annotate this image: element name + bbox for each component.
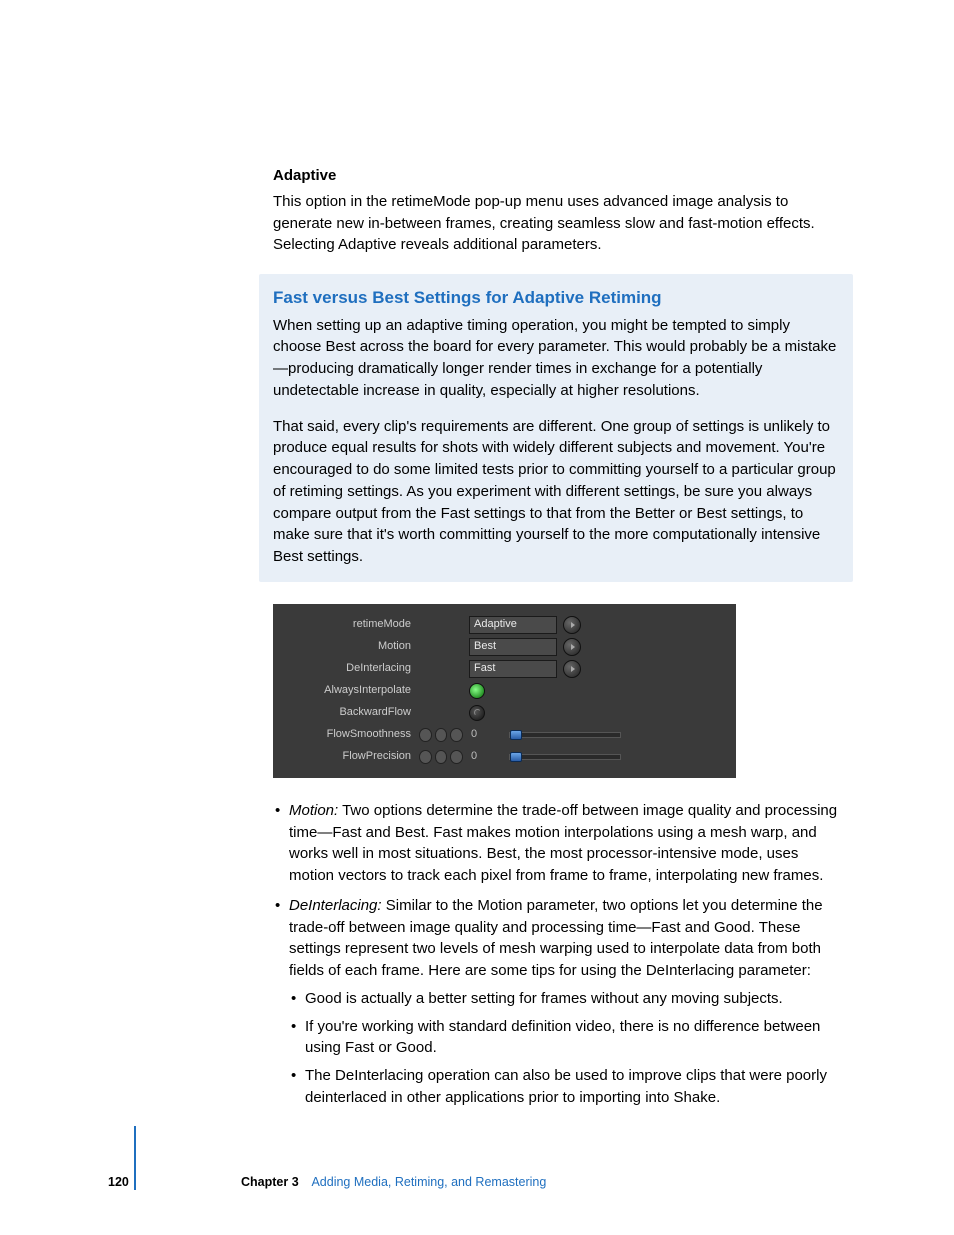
flowprecision-value[interactable]: 0 xyxy=(469,749,499,764)
lock-icon[interactable] xyxy=(450,750,463,764)
bullet-text: Two options determine the trade-off betw… xyxy=(289,802,837,884)
dropdown-icon[interactable] xyxy=(563,660,581,678)
param-mini-icons xyxy=(419,750,469,764)
param-row-deinterlacing: DeInterlacing Fast xyxy=(281,658,726,680)
sub-bullet: Good is actually a better setting for fr… xyxy=(289,988,839,1010)
callout-paragraph-1: When setting up an adaptive timing opera… xyxy=(273,315,839,402)
document-page: Adaptive This option in the retimeMode p… xyxy=(0,0,954,1235)
param-row-motion: Motion Best xyxy=(281,636,726,658)
callout-heading: Fast versus Best Settings for Adaptive R… xyxy=(273,286,839,311)
sub-bullet: If you're working with standard definiti… xyxy=(289,1016,839,1060)
param-label: retimeMode xyxy=(281,617,419,633)
motion-select[interactable]: Best xyxy=(469,638,557,656)
bullet-motion: Motion: Two options determine the trade-… xyxy=(273,800,839,887)
parameters-panel: retimeMode Adaptive Motion Best DeInterl… xyxy=(273,604,736,778)
key-icon[interactable] xyxy=(435,750,448,764)
lock-icon[interactable] xyxy=(450,728,463,742)
retimemode-select[interactable]: Adaptive xyxy=(469,616,557,634)
sub-bullet: The DeInterlacing operation can also be … xyxy=(289,1065,839,1109)
flowsmoothness-slider[interactable] xyxy=(509,732,621,738)
clock-icon[interactable] xyxy=(419,750,432,764)
param-row-backwardflow: BackwardFlow xyxy=(281,702,726,724)
param-label: BackwardFlow xyxy=(281,705,419,721)
bullet-deinterlacing: DeInterlacing: Similar to the Motion par… xyxy=(273,895,839,1109)
intro-paragraph: This option in the retimeMode pop-up men… xyxy=(273,191,839,256)
page-number: 120 xyxy=(108,1173,129,1191)
sidebar-rule xyxy=(134,1126,136,1190)
backwardflow-toggle[interactable] xyxy=(469,705,485,721)
section-heading-adaptive: Adaptive xyxy=(273,165,839,187)
chapter-label: Chapter 3 xyxy=(241,1175,299,1189)
dropdown-icon[interactable] xyxy=(563,616,581,634)
param-row-flowprecision: FlowPrecision 0 xyxy=(281,746,726,768)
clock-icon[interactable] xyxy=(419,728,432,742)
param-row-alwaysinterpolate: AlwaysInterpolate xyxy=(281,680,726,702)
param-row-flowsmoothness: FlowSmoothness 0 xyxy=(281,724,726,746)
sub-bullet-list: Good is actually a better setting for fr… xyxy=(289,988,839,1109)
param-row-retimemode: retimeMode Adaptive xyxy=(281,614,726,636)
callout-box: Fast versus Best Settings for Adaptive R… xyxy=(259,274,853,582)
param-label: DeInterlacing xyxy=(281,661,419,677)
param-label: Motion xyxy=(281,639,419,655)
param-label: FlowSmoothness xyxy=(281,727,419,743)
chapter-title: Adding Media, Retiming, and Remastering xyxy=(311,1175,546,1189)
key-icon[interactable] xyxy=(435,728,448,742)
param-mini-icons xyxy=(419,728,469,742)
bullet-term: Motion: xyxy=(289,802,338,819)
bullet-term: DeInterlacing: xyxy=(289,897,382,914)
deinterlacing-select[interactable]: Fast xyxy=(469,660,557,678)
flowsmoothness-value[interactable]: 0 xyxy=(469,727,499,742)
param-label: AlwaysInterpolate xyxy=(281,683,419,699)
alwaysinterpolate-toggle[interactable] xyxy=(469,683,485,699)
param-label: FlowPrecision xyxy=(281,749,419,765)
callout-paragraph-2: That said, every clip's requirements are… xyxy=(273,416,839,568)
dropdown-icon[interactable] xyxy=(563,638,581,656)
flowprecision-slider[interactable] xyxy=(509,754,621,760)
bullet-list: Motion: Two options determine the trade-… xyxy=(273,800,839,1109)
